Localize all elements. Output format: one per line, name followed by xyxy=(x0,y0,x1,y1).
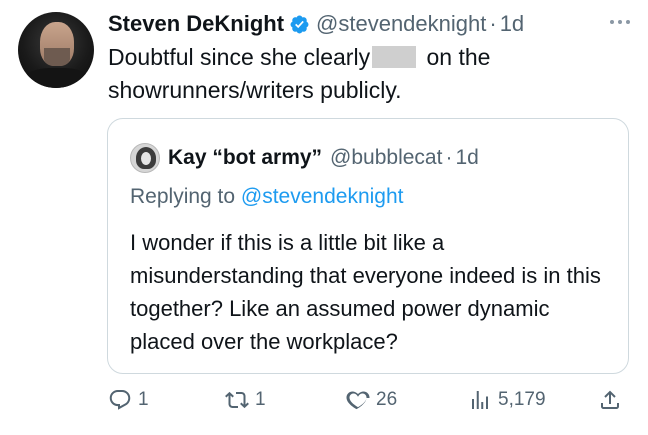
redaction-block xyxy=(372,46,417,68)
header-separator: · xyxy=(489,11,497,36)
tweet-time[interactable]: 1d xyxy=(500,11,524,37)
like-icon xyxy=(346,391,370,410)
more-options-icon[interactable] xyxy=(610,20,630,24)
retweet-count: 1 xyxy=(255,389,266,410)
replying-to: Replying to @stevendeknight xyxy=(130,185,404,209)
author-name[interactable]: Steven DeKnight xyxy=(108,11,284,37)
avatar-shoulders xyxy=(24,68,90,88)
tweet-actions: 1 1 26 5,179 xyxy=(0,384,648,424)
like-count: 26 xyxy=(376,389,398,410)
quoted-author-handle[interactable]: @bubblecat xyxy=(330,146,442,170)
quoted-tweet-text: I wonder if this is a little bit like a … xyxy=(130,230,601,354)
retweet-icon xyxy=(225,391,249,409)
author-handle[interactable]: @stevendeknight xyxy=(316,11,486,37)
tweet-header: Steven DeKnight @stevendeknight · 1d xyxy=(108,10,524,38)
avatar-beard xyxy=(44,48,70,66)
quoted-header-separator: · xyxy=(445,146,453,169)
tweet-text-start: Doubtful since she clearly xyxy=(108,44,371,70)
views-count: 5,179 xyxy=(498,389,546,410)
views-icon xyxy=(472,391,488,409)
share-button[interactable] xyxy=(598,388,622,412)
like-button[interactable]: 26 xyxy=(346,388,397,412)
share-icon xyxy=(601,390,619,409)
reply-icon xyxy=(109,390,131,410)
tweet-text: Doubtful since she clearly on the showru… xyxy=(108,41,628,107)
replying-handle-link[interactable]: @stevendeknight xyxy=(241,185,404,208)
reply-count: 1 xyxy=(138,389,149,410)
quoted-author-name[interactable]: Kay “bot army” xyxy=(168,146,322,170)
quoted-tweet-header: Kay “bot army” @bubblecat · 1d xyxy=(130,143,479,173)
views-button[interactable]: 5,179 xyxy=(468,388,546,412)
quoted-tweet[interactable]: Kay “bot army” @bubblecat · 1d Replying … xyxy=(107,118,629,374)
replying-prefix: Replying to xyxy=(130,185,241,208)
verified-badge-icon[interactable] xyxy=(289,14,310,35)
quoted-tweet-time[interactable]: 1d xyxy=(455,146,478,170)
retweet-button[interactable]: 1 xyxy=(225,388,266,412)
reply-button[interactable]: 1 xyxy=(108,388,149,412)
author-avatar[interactable] xyxy=(18,12,94,88)
quoted-author-avatar[interactable] xyxy=(130,143,160,173)
quoted-avatar-face xyxy=(141,152,151,165)
